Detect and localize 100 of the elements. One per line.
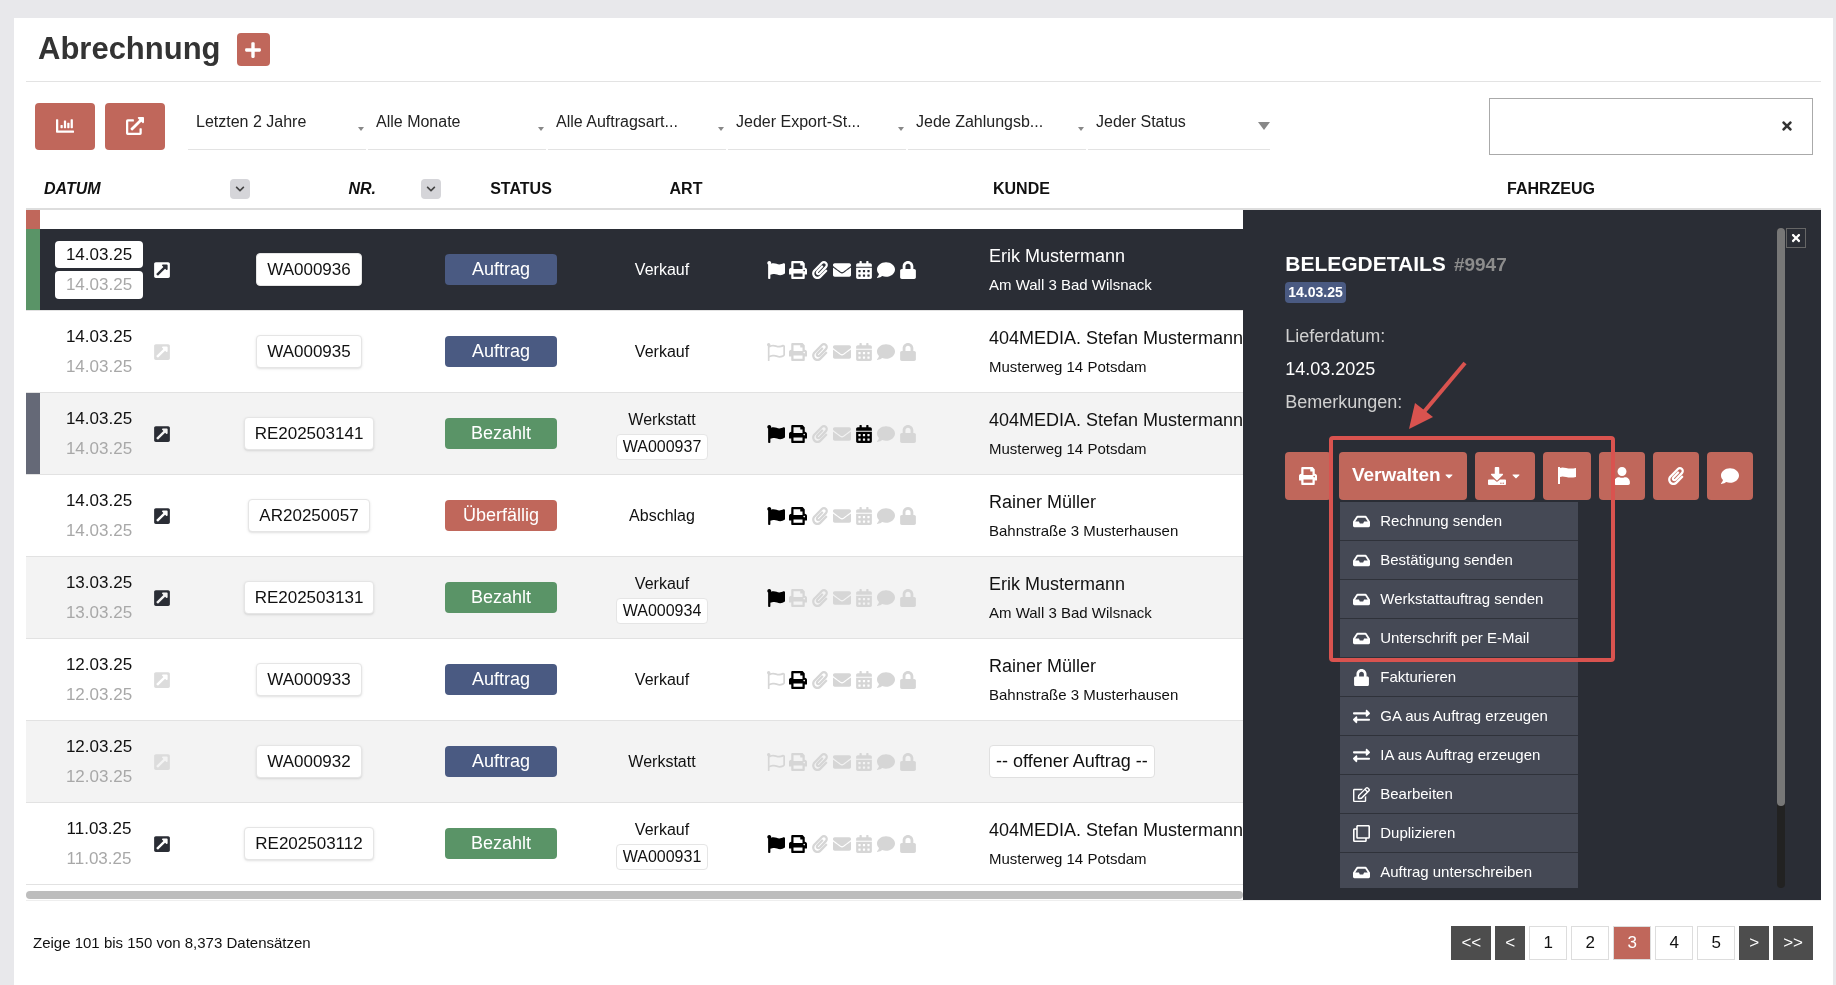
pagination-button[interactable]: 4 [1655,926,1694,960]
document-number[interactable]: AR20250057 [248,498,370,533]
pagination-button[interactable]: << [1451,926,1492,960]
menu-item[interactable]: Rechnung senden [1340,502,1579,541]
menu-item[interactable]: GA aus Auftrag erzeugen [1340,697,1579,736]
flag-icon[interactable] [767,260,785,279]
statistics-button[interactable] [35,102,95,150]
menu-item[interactable]: Auftrag unterschreiben [1340,853,1579,888]
paperclip-icon[interactable] [811,752,829,771]
horizontal-scrollbar[interactable] [26,891,1244,899]
document-number[interactable]: WA000933 [256,662,362,697]
attachment-button[interactable] [1653,451,1700,500]
reference-number[interactable]: WA000931 [615,843,709,870]
envelope-icon[interactable] [833,260,851,279]
external-link-icon[interactable] [153,588,171,607]
comment-button[interactable] [1707,451,1754,500]
column-header[interactable]: DATUM [26,177,230,201]
pagination-button[interactable]: 1 [1529,926,1568,960]
close-button[interactable] [1786,228,1807,248]
menu-item[interactable]: Unterschrift per E-Mail [1340,619,1579,658]
document-number[interactable]: RE202503112 [244,826,374,861]
pagination-button[interactable]: 5 [1697,926,1736,960]
paperclip-icon[interactable] [811,588,829,607]
manage-dropdown-button[interactable]: Verwalten [1339,451,1468,500]
order-date: 12.03.25 [64,653,134,676]
download-button[interactable] [1475,451,1536,500]
printer-icon[interactable] [789,834,807,853]
sort-toggle[interactable] [230,179,250,199]
paperclip-icon[interactable] [811,506,829,525]
person-button[interactable] [1599,451,1646,500]
order-type: Werkstatt [628,409,696,430]
column-header[interactable]: NR. [278,177,376,201]
lock-icon[interactable] [899,260,917,279]
clear-icon[interactable] [1780,119,1794,133]
menu-item[interactable]: Fakturieren [1340,658,1579,697]
menu-item[interactable]: Duplizieren [1340,814,1579,853]
flag-button[interactable] [1543,451,1592,500]
flag-icon[interactable] [767,588,785,607]
column-header: ART [668,179,704,199]
pagination-button[interactable]: < [1495,926,1526,960]
menu-label: Fakturieren [1380,666,1457,687]
document-number[interactable]: WA000932 [256,744,362,779]
printer-icon[interactable] [789,424,807,443]
bar-chart-icon [56,117,74,135]
filter-select[interactable]: Jeder Status [1088,102,1270,150]
pagination-button[interactable]: 2 [1571,926,1610,960]
paperclip-icon[interactable] [811,670,829,689]
customer-name: Erik Mustermann [989,244,1127,268]
menu-item[interactable]: IA aus Auftrag erzeugen [1340,736,1579,775]
external-link-icon[interactable] [153,834,171,853]
pagination-button[interactable]: > [1739,926,1770,960]
pagination-button[interactable]: >> [1773,926,1813,960]
menu-item[interactable]: Werkstattauftrag senden [1340,580,1579,619]
external-link-icon[interactable] [153,424,171,443]
paperclip-icon[interactable] [811,424,829,443]
menu-item[interactable]: Bestätigung senden [1340,541,1579,580]
printer-icon[interactable] [789,260,807,279]
document-number[interactable]: WA000935 [256,334,362,369]
document-number[interactable]: RE202503141 [243,416,375,451]
filter-select[interactable]: Letzten 2 Jahre [188,102,366,150]
pagination-button[interactable]: 3 [1613,926,1652,960]
speech-bubble-icon [1721,466,1740,485]
menu-label: GA aus Auftrag erzeugen [1380,705,1548,726]
reference-number[interactable]: WA000937 [615,433,709,460]
document-number[interactable]: WA000936 [256,252,362,287]
sort-toggle[interactable] [421,179,441,199]
reference-number[interactable]: WA000934 [615,597,709,624]
order-date: 12.03.25 [64,684,134,706]
flag-icon[interactable] [767,506,785,525]
filter-select[interactable]: Jede Zahlungsb... [908,102,1086,150]
calendar-icon[interactable] [855,424,873,443]
export-button[interactable] [105,102,165,150]
menu-label: Bestätigung senden [1380,549,1513,570]
filter-select[interactable]: Jeder Export-St... [728,102,906,150]
external-link-icon[interactable] [153,506,171,525]
add-button[interactable] [236,33,270,66]
customer-name: Rainer Müller [989,490,1098,514]
calendar-icon[interactable] [855,260,873,279]
printer-icon[interactable] [789,506,807,525]
paperclip-icon[interactable] [811,260,829,279]
flag-icon[interactable] [767,834,785,853]
paperclip-icon[interactable] [811,342,829,361]
printer-icon[interactable] [789,670,807,689]
search-field[interactable] [1489,97,1813,155]
table-row[interactable]: 12.03.25 12.03.25 WA000932 Auftrag Werkstatt -- offener Auftrag -- [26,721,1244,803]
flag-icon[interactable] [767,424,785,443]
menu-item[interactable]: Bearbeiten [1340,775,1579,814]
print-button[interactable] [1285,451,1332,500]
external-link-icon[interactable] [153,260,171,279]
table-row[interactable]: 13.03.25 13.03.25 RE202503131 Bezahlt Verkauf WA000934 Erik Mustermann Am Wall 3 Bad Wilsnack [26,557,1244,639]
table-row[interactable]: 14.03.25 14.03.25 WA000936 Auftrag Verkauf Erik Mustermann Am Wall 3 Bad Wilsnack [26,229,1244,311]
filter-select[interactable]: Alle Auftragsart... [548,102,726,150]
download-icon [1488,466,1507,485]
filter-select[interactable]: Alle Monate [368,102,546,150]
speech-bubble-icon[interactable] [877,260,895,279]
paperclip-icon[interactable] [811,834,829,853]
table-row[interactable]: 14.03.25 14.03.25 RE202503141 Bezahlt Werkstatt WA000937 404MEDIA. Stefan Mustermann Musterweg 14 Potsdam [26,393,1244,475]
order-date: 14.03.25 [64,489,134,512]
field-label: Lieferdatum: [1285,324,1387,348]
document-number[interactable]: RE202503131 [243,580,375,615]
